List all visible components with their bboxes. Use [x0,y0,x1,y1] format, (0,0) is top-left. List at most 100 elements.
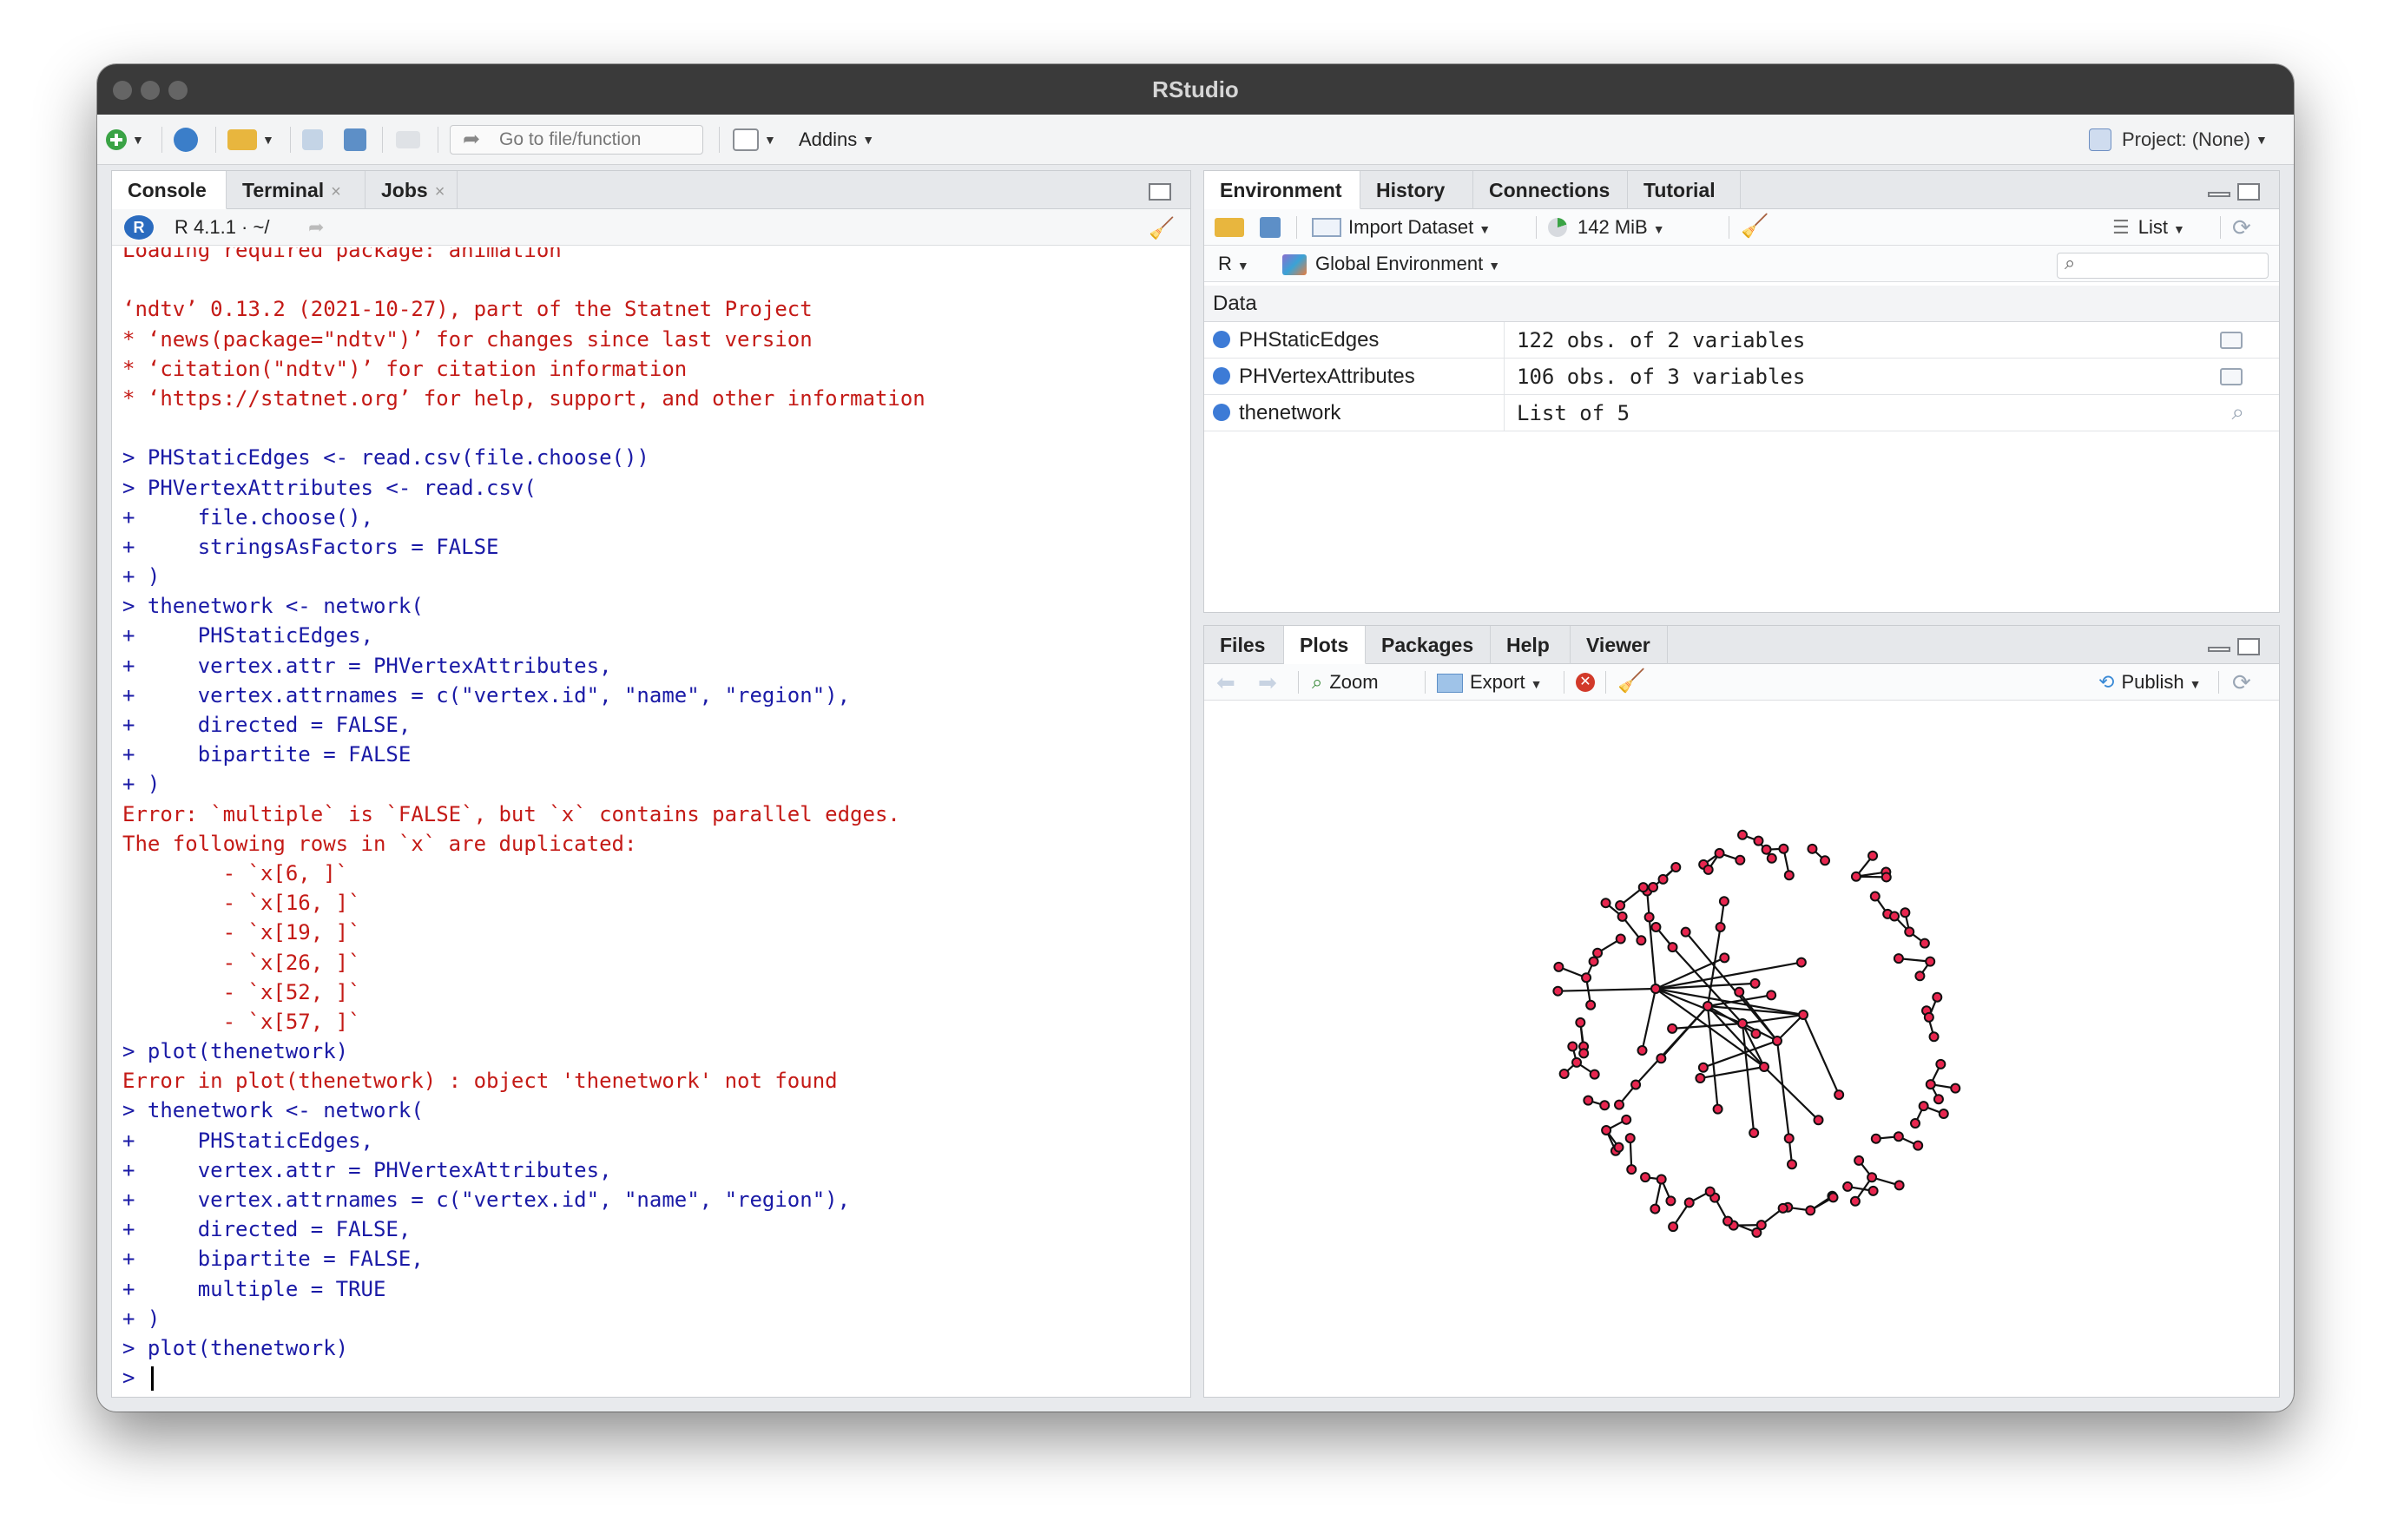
minimize-pane-icon[interactable] [2208,192,2230,197]
refresh-icon[interactable]: ⟳ [2232,664,2251,701]
network-node [1777,1202,1788,1214]
tab-history-label: History [1376,179,1446,201]
table-row[interactable]: thenetwork List of 5 ⌕ [1204,395,2279,431]
memory-pie-icon [1548,218,1567,237]
network-node [1567,1041,1578,1052]
table-row[interactable]: PHVertexAttributes 106 obs. of 3 variabl… [1204,359,2279,395]
console-line: > thenetwork <- network( [122,594,424,619]
zoom-button[interactable]: ⌕ Zoom [1312,664,1379,701]
console-line: - `x[57, ]` [122,1009,361,1034]
goto-placeholder: Go to file/function [499,129,642,149]
rstudio-window: RStudio ▼ ▼ ➦ Go to file/function ▼ Addi… [97,64,2294,1412]
broom-icon[interactable]: 🧹 [1741,213,1769,240]
tab-console-label: Console [128,179,207,201]
expand-icon[interactable] [1213,403,1230,421]
r-version-label: R 4.1.1 · ~/ [175,216,270,238]
tab-viewer[interactable]: Viewer [1571,626,1668,664]
project-menu[interactable]: Project: (None) ▼ [2089,115,2268,165]
network-node [1867,1172,1878,1183]
tab-jobs[interactable]: Jobs × [366,171,458,209]
goto-file-input[interactable]: ➦ Go to file/function [450,125,703,155]
tab-terminal[interactable]: Terminal × [227,171,366,209]
new-file-icon [106,129,127,150]
refresh-icon[interactable]: ⟳ [2232,209,2251,246]
network-node [1889,911,1900,922]
memory-usage-button[interactable]: 142 MiB ▼ [1578,209,1665,247]
network-node [1854,1155,1865,1166]
publish-icon: ⟲ [2098,671,2115,693]
broom-icon[interactable]: 🧹 [1149,216,1175,240]
network-node [1737,829,1749,840]
minimize-window-button[interactable] [141,81,160,100]
console-output[interactable]: Loading required package: animation ‘ndtv… [112,247,1190,1397]
network-node [1894,1180,1905,1191]
goto-directory-icon[interactable]: ➦ [308,209,324,246]
tab-tutorial-label: Tutorial [1643,179,1716,201]
network-node [1759,1062,1769,1072]
scope-menu[interactable]: Global Environment ▼ [1315,246,1500,284]
open-file-button[interactable]: ▼ [227,115,274,165]
remove-plot-icon[interactable]: ✕ [1576,673,1595,692]
maximize-pane-icon[interactable] [2237,183,2260,201]
close-icon[interactable]: × [331,182,341,201]
save-all-button[interactable] [344,115,366,165]
folder-open-icon[interactable] [1215,218,1244,237]
forward-arrow-icon[interactable]: ➡ [1258,664,1277,701]
console-line: + ) [122,564,161,589]
table-row[interactable]: PHStaticEdges 122 obs. of 2 variables [1204,322,2279,359]
new-file-button[interactable]: ▼ [106,115,144,165]
console-line: + vertex.attr = PHVertexAttributes, [122,653,612,678]
list-icon: ☰ [2112,216,2130,238]
import-dataset-button[interactable]: Import Dataset ▼ [1348,209,1491,247]
new-project-button[interactable] [174,115,198,165]
environment-search-input[interactable]: ⌕ [2057,252,2269,279]
network-edge [1655,957,1725,990]
project-label: Project: (None) [2122,128,2250,150]
network-node [1589,1069,1600,1080]
publish-menu[interactable]: ⟲ Publish ▼ [2098,664,2201,702]
network-node [1637,882,1649,893]
network-node [1919,938,1930,949]
network-node [1913,1140,1924,1151]
language-menu[interactable]: R ▼ [1218,246,1249,284]
back-arrow-icon[interactable]: ⬅ [1216,664,1235,701]
expand-icon[interactable] [1213,330,1230,348]
network-node [1578,1048,1590,1059]
pane-layout-button[interactable]: ▼ [733,115,776,165]
tab-history[interactable]: History [1360,171,1473,209]
tab-files[interactable]: Files [1204,626,1284,664]
save-icon[interactable] [1260,217,1281,238]
tab-console[interactable]: Console [112,171,227,209]
tab-help[interactable]: Help [1491,626,1571,664]
maximize-window-button[interactable] [168,81,188,100]
network-node [1734,986,1745,997]
tab-environment[interactable]: Environment [1204,171,1360,209]
view-table-icon[interactable] [2220,368,2243,385]
tab-connections[interactable]: Connections [1473,171,1628,209]
expand-icon[interactable] [1213,366,1230,385]
plots-tabbar: Files Plots Packages Help Viewer [1204,626,2279,664]
view-table-icon[interactable] [2220,332,2243,349]
save-button[interactable] [302,115,323,165]
view-mode-menu[interactable]: ☰ List ▼ [2112,209,2185,247]
maximize-pane-icon[interactable] [2237,638,2260,655]
maximize-pane-icon[interactable] [1149,183,1171,201]
tab-packages[interactable]: Packages [1366,626,1491,664]
search-icon[interactable]: ⌕ [2231,398,2244,426]
close-window-button[interactable] [113,81,132,100]
import-table-icon [1312,218,1341,237]
broom-icon[interactable]: 🧹 [1617,668,1645,694]
print-button[interactable] [396,115,420,165]
tab-plots[interactable]: Plots [1284,626,1366,664]
addins-menu[interactable]: Addins ▼ [799,115,874,165]
network-node [1881,872,1892,883]
text-cursor [150,1366,154,1392]
network-node [1805,1205,1816,1216]
close-icon[interactable]: × [435,182,445,201]
minimize-pane-icon[interactable] [2208,647,2230,652]
export-menu[interactable]: Export ▼ [1437,664,1542,702]
tab-tutorial[interactable]: Tutorial [1628,171,1741,209]
network-node [1592,947,1604,958]
window-title: RStudio [1152,76,1239,102]
network-node [1928,1031,1940,1043]
